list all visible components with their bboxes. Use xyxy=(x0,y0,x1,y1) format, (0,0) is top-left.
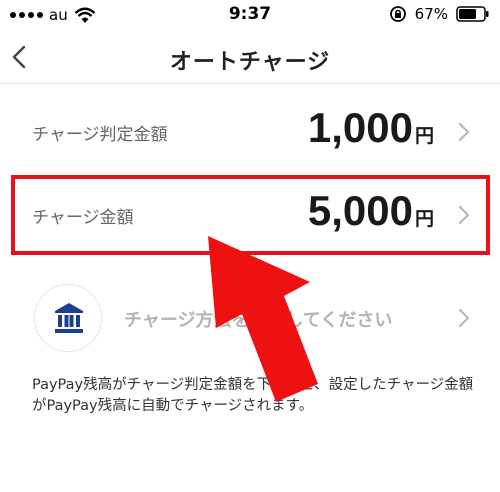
battery-percent: 67% xyxy=(414,5,448,23)
bank-icon-circle xyxy=(34,284,102,352)
page-title: オートチャージ xyxy=(169,50,331,75)
auto-charge-description: PayPay残高がチャージ判定金額を下回ると、設定したチャージ金額がPayPay… xyxy=(32,377,474,414)
navigation-bar: オートチャージ xyxy=(0,32,500,84)
chevron-right-icon xyxy=(458,205,470,225)
charge-method-row[interactable]: チャージ方法を選択してください xyxy=(0,284,500,352)
charge-threshold-unit: 円 xyxy=(414,125,434,147)
charge-threshold-row[interactable]: チャージ判定金額 1,000 円 xyxy=(0,100,500,166)
charge-amount-unit: 円 xyxy=(414,208,434,230)
status-right: 67% xyxy=(389,5,490,23)
rotation-lock-icon xyxy=(389,6,406,22)
charge-threshold-value: 1,000 円 xyxy=(308,104,434,152)
charge-amount-label: チャージ金額 xyxy=(32,208,134,228)
chevron-right-icon xyxy=(458,308,470,328)
chevron-right-icon xyxy=(458,122,470,142)
charge-amount-row[interactable]: チャージ金額 5,000 円 xyxy=(0,183,500,249)
charge-amount: 5,000 xyxy=(307,187,413,234)
bank-icon xyxy=(55,303,83,333)
charge-method-label: チャージ方法を選択してください xyxy=(124,310,393,331)
charge-amount-value: 5,000 円 xyxy=(308,187,434,235)
charge-threshold-label: チャージ判定金額 xyxy=(32,125,168,145)
charge-threshold-amount: 1,000 xyxy=(307,104,413,151)
status-bar: au 9:37 67% xyxy=(0,0,500,32)
battery-icon xyxy=(456,6,489,22)
